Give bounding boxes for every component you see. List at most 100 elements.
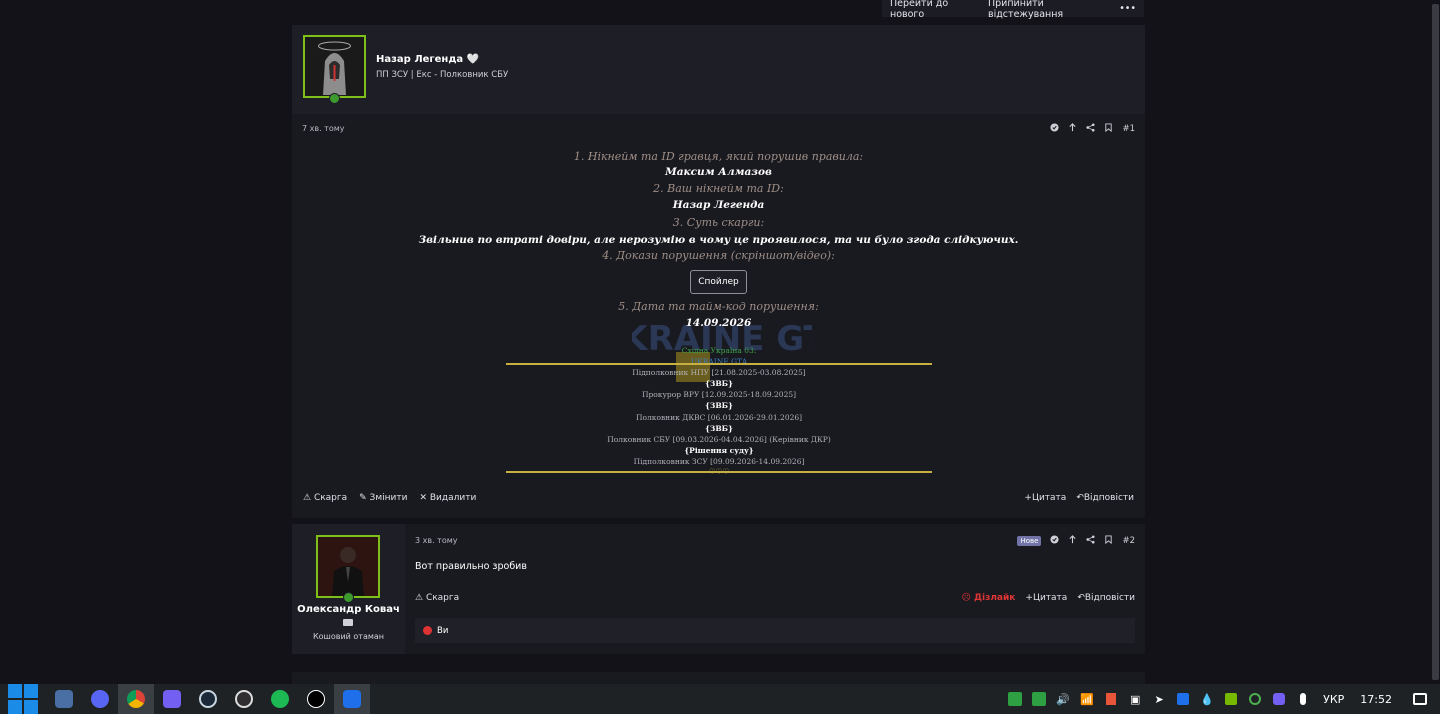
plus-icon: + xyxy=(1025,593,1033,603)
avatar-image xyxy=(305,37,364,96)
reply-label: Відповісти xyxy=(1084,593,1135,603)
remote-desktop-icon[interactable] xyxy=(46,684,82,714)
signature-line: Полковник СБУ [09.03.2026-04.04.2026] (К… xyxy=(607,435,831,444)
quote-button[interactable]: +Цитата xyxy=(1024,493,1066,503)
dislike-label: Дізлайк xyxy=(973,593,1016,603)
tray-app-h-icon[interactable] xyxy=(1003,692,1027,706)
react-icon[interactable] xyxy=(1050,123,1060,135)
post-timestamp[interactable]: 7 хв. тому xyxy=(302,124,345,133)
post-2-footer-right: ☹ Дізлайк +Цитата ↶Відповісти xyxy=(961,593,1135,603)
post-2: Олександр Ковач Кошовий отаман 3 хв. том… xyxy=(292,524,1145,654)
unfollow-link[interactable]: Припинити відстежування xyxy=(980,0,1111,20)
system-tray: 🔊 📶 ▣ ➤ 💧 УКР 17:52 xyxy=(1003,684,1440,714)
delete-label: Видалити xyxy=(429,493,477,503)
spoiler-button[interactable]: Спойлер xyxy=(690,270,747,294)
reply-button[interactable]: ↶Відповісти xyxy=(1076,493,1134,503)
obs-icon[interactable] xyxy=(226,684,262,714)
answer-3: Звільнив по втраті довіри, але нерозумію… xyxy=(418,234,1019,246)
post-2-author-sidebar: Олександр Ковач Кошовий отаман xyxy=(292,524,405,654)
quote-label: Цитата xyxy=(1032,593,1068,603)
author-name[interactable]: Олександр Ковач xyxy=(292,604,405,615)
quote-button[interactable]: +Цитата xyxy=(1025,593,1067,603)
author-title: ПП ЗСУ | Екс - Полковник СБУ xyxy=(376,70,509,80)
avatar[interactable] xyxy=(303,35,366,98)
telegram-icon[interactable]: ➤ xyxy=(1147,693,1171,706)
reaction-users[interactable]: Ви xyxy=(437,626,448,636)
discord-icon[interactable] xyxy=(82,684,118,714)
mail-icon[interactable] xyxy=(343,619,353,626)
question-3: 3. Суть скарги: xyxy=(672,216,765,229)
share-icon[interactable] xyxy=(1086,123,1096,135)
more-options-button[interactable]: ••• xyxy=(1111,3,1144,14)
edit-button[interactable]: ✎ Змінити xyxy=(359,493,407,503)
question-4: 4. Докази порушення (скріншот/відео): xyxy=(602,249,835,262)
language-indicator[interactable]: УКР xyxy=(1315,693,1352,706)
tray-app-h2-icon[interactable] xyxy=(1027,692,1051,706)
viber-icon[interactable] xyxy=(154,684,190,714)
tray-circle-icon[interactable] xyxy=(1243,693,1267,705)
reply-button[interactable]: ↶Відповісти xyxy=(1077,593,1135,603)
post-tools: #1 xyxy=(1050,123,1135,135)
go-to-new-link[interactable]: Перейти до нового xyxy=(882,0,980,20)
viber-tray-icon[interactable] xyxy=(1267,693,1291,705)
reply-label: Відповісти xyxy=(1083,493,1134,503)
author-name[interactable]: Назар Легенда 🤍 xyxy=(376,54,479,65)
dislike-button[interactable]: ☹ Дізлайк xyxy=(961,593,1015,603)
tiktok-icon[interactable] xyxy=(298,684,334,714)
signature-line: Підполковник ЗСУ [09.09.2026-14.09.2026] xyxy=(633,457,805,466)
avatar-image xyxy=(318,537,378,596)
tv-icon[interactable]: ▣ xyxy=(1123,693,1147,706)
question-5: 5. Дата та тайм-код порушення: xyxy=(618,300,819,313)
signature-line: {ЗВБ} xyxy=(705,424,733,433)
delete-button[interactable]: ✕ Видалити xyxy=(419,493,476,503)
author-role: Кошовий отаман xyxy=(312,632,385,641)
scrollbar-thumb[interactable] xyxy=(1432,4,1439,680)
app-blue-icon[interactable] xyxy=(334,684,370,714)
post-1-author-header: Назар Легенда 🤍 ПП ЗСУ | Екс - Полковник… xyxy=(292,25,1145,114)
pencil-icon: ✎ xyxy=(359,493,370,503)
signature-line: Східна Україна 03: xyxy=(681,346,757,355)
notifications-icon[interactable] xyxy=(1400,693,1440,705)
speaker-muted-icon[interactable] xyxy=(1099,693,1123,705)
windows-taskbar: 🔊 📶 ▣ ➤ 💧 УКР 17:52 xyxy=(0,684,1440,714)
network-app-icon[interactable] xyxy=(1171,693,1195,705)
avatar[interactable] xyxy=(316,535,380,598)
chrome-icon[interactable] xyxy=(118,684,154,714)
clock[interactable]: 17:52 xyxy=(1352,693,1400,706)
report-label: Скарга xyxy=(425,593,460,603)
post-1: Назар Легенда 🤍 ПП ЗСУ | Екс - Полковник… xyxy=(292,25,1145,518)
steam-icon[interactable] xyxy=(190,684,226,714)
post-timestamp[interactable]: 3 хв. тому xyxy=(415,536,458,545)
post-body: Вот правильно зробив xyxy=(415,561,527,572)
post-number[interactable]: #1 xyxy=(1122,124,1135,134)
question-1: 1. Нікнейм та ID гравця, який порушив пр… xyxy=(573,150,864,163)
signature-line: Полковник ДКВС [06.01.2026-29.01.2026] xyxy=(635,413,803,422)
windows-start-icon[interactable] xyxy=(0,684,46,714)
bookmark-icon[interactable] xyxy=(1104,535,1113,547)
warning-icon: ⚠ xyxy=(415,593,426,603)
arrow-up-icon[interactable] xyxy=(1068,123,1077,135)
nvidia-icon[interactable] xyxy=(1219,693,1243,705)
scrollbar[interactable] xyxy=(1431,0,1440,684)
signature-line: {Рішення суду} xyxy=(684,446,754,455)
report-button[interactable]: ⚠ Скарга xyxy=(415,593,459,603)
spotify-icon[interactable] xyxy=(262,684,298,714)
arrow-up-icon[interactable] xyxy=(1068,535,1077,547)
reactions-bar[interactable]: Ви xyxy=(415,618,1135,643)
signature-line: {ЗВБ} xyxy=(705,401,733,410)
report-button[interactable]: ⚠ Скарга xyxy=(303,493,347,503)
volume-icon[interactable]: 🔊 xyxy=(1051,693,1075,706)
edit-label: Змінити xyxy=(369,493,408,503)
share-icon[interactable] xyxy=(1086,535,1096,547)
post-1-footer-right: +Цитата ↶Відповісти xyxy=(1024,493,1134,503)
react-icon[interactable] xyxy=(1050,535,1060,547)
post-3-partial xyxy=(292,672,1145,684)
signature: Східна Україна 03: UKRAINE GTA Підполков… xyxy=(506,346,932,477)
wifi-icon[interactable]: 📶 xyxy=(1075,693,1099,706)
bookmark-icon[interactable] xyxy=(1104,123,1113,135)
post-1-footer-left: ⚠ Скарга ✎ Змінити ✕ Видалити xyxy=(303,493,476,503)
plus-icon: + xyxy=(1024,493,1032,503)
microphone-icon[interactable] xyxy=(1291,693,1315,705)
droplet-icon[interactable]: 💧 xyxy=(1195,693,1219,706)
post-number[interactable]: #2 xyxy=(1122,536,1135,546)
